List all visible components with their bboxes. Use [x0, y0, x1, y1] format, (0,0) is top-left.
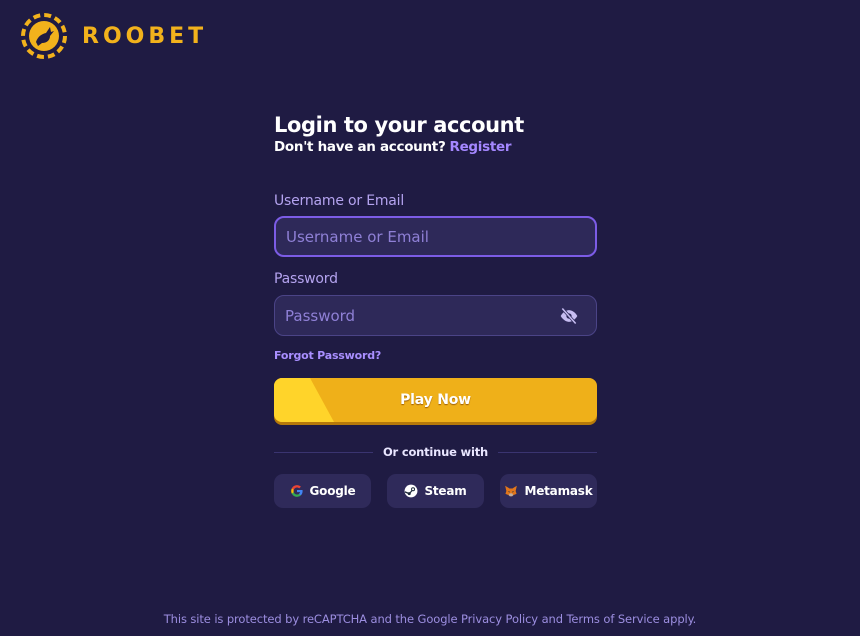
google-login-button[interactable]: Google [274, 474, 371, 508]
metamask-label: Metamask [524, 484, 593, 498]
google-label: Google [309, 484, 356, 498]
register-prompt: Don't have an account? Register [274, 139, 597, 155]
metamask-login-button[interactable]: Metamask [500, 474, 597, 508]
username-field-wrapper [274, 216, 597, 257]
steam-icon [404, 484, 418, 498]
divider-line-left [274, 451, 373, 453]
steam-login-button[interactable]: Steam [387, 474, 484, 508]
forgot-password-link[interactable]: Forgot Password? [274, 349, 381, 362]
no-account-text: Don't have an account? [274, 139, 446, 155]
play-now-label: Play Now [400, 392, 471, 408]
kangaroo-chip-icon [21, 13, 67, 59]
username-input[interactable] [276, 218, 595, 255]
brand-logo[interactable]: ROOBET [20, 12, 207, 60]
continue-divider: Or continue with [274, 445, 597, 459]
metamask-icon [504, 484, 518, 498]
button-shine [274, 378, 334, 422]
register-link[interactable]: Register [449, 139, 511, 155]
password-field-wrapper [274, 295, 597, 336]
brand-name: ROOBET [82, 23, 208, 49]
login-page: ROOBET Login to your account Don't have … [0, 0, 860, 636]
google-icon [290, 484, 304, 498]
username-label: Username or Email [274, 193, 405, 209]
steam-label: Steam [424, 484, 467, 498]
play-now-button[interactable]: Play Now [274, 378, 597, 422]
page-title: Login to your account [274, 113, 524, 137]
divider-line-right [498, 451, 597, 453]
recaptcha-notice: This site is protected by reCAPTCHA and … [163, 612, 697, 626]
social-login-row: Google Steam Metamask [274, 474, 597, 508]
divider-text: Or continue with [382, 445, 489, 459]
password-input[interactable] [275, 296, 556, 335]
login-form: Login to your account Don't have an acco… [274, 112, 597, 508]
password-label: Password [274, 271, 338, 287]
eye-off-icon[interactable] [556, 303, 582, 329]
